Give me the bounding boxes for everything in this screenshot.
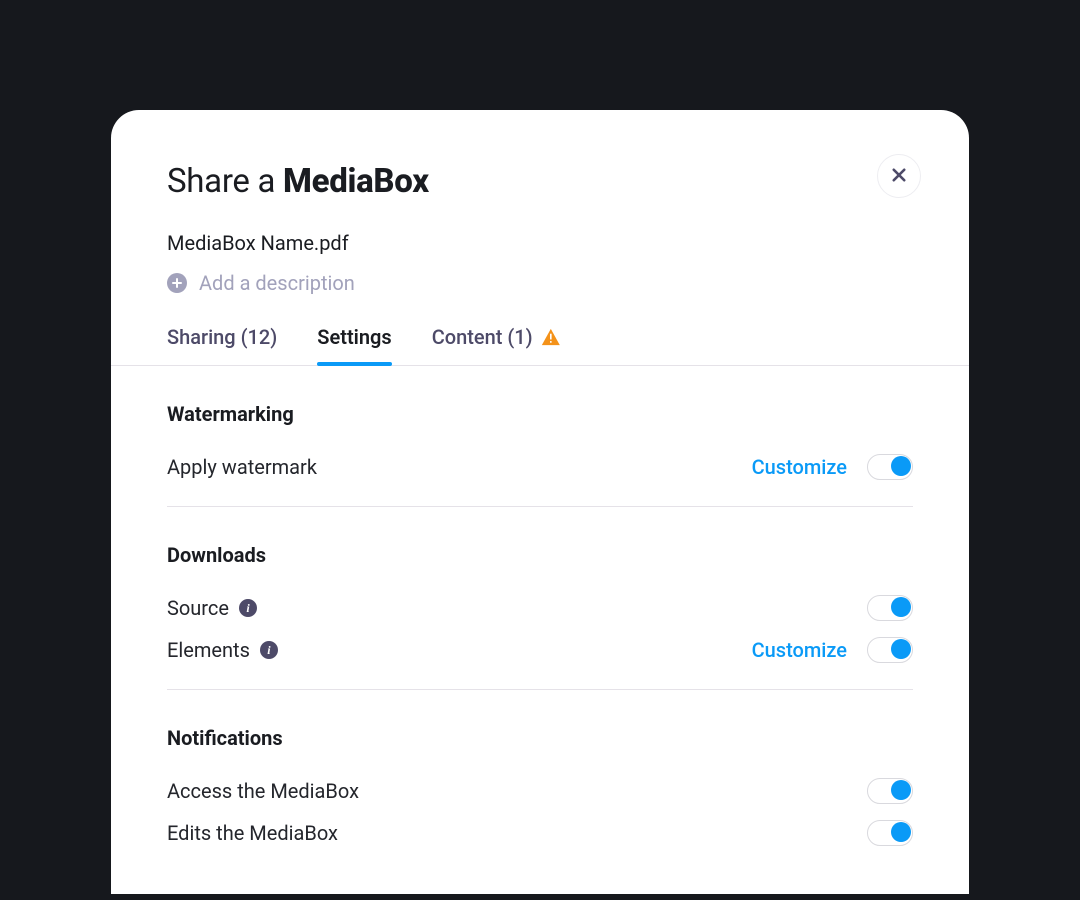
toggle-edits-mediabox[interactable] (867, 820, 913, 846)
section-notifications: Notifications Access the MediaBox Edits … (167, 690, 913, 854)
title-prefix: Share a (167, 162, 283, 201)
add-description-label: Add a description (199, 271, 355, 295)
toggle-apply-watermark[interactable] (867, 454, 913, 480)
row-elements: Elements i Customize (167, 629, 913, 671)
tab-content[interactable]: Content (1) (432, 321, 561, 365)
label-access-mediabox: Access the MediaBox (167, 779, 359, 803)
row-apply-watermark: Apply watermark Customize (167, 446, 913, 488)
customize-elements-link[interactable]: Customize (752, 638, 847, 662)
label-source: Source (167, 596, 229, 620)
toggle-elements[interactable] (867, 637, 913, 663)
info-icon[interactable]: i (260, 641, 278, 659)
section-title-watermarking: Watermarking (167, 402, 913, 426)
label-elements: Elements (167, 638, 250, 662)
info-icon[interactable]: i (239, 599, 257, 617)
add-description-button[interactable]: Add a description (167, 271, 913, 295)
file-name: MediaBox Name.pdf (167, 231, 913, 255)
plus-circle-icon (167, 273, 187, 293)
label-edits-mediabox: Edits the MediaBox (167, 821, 338, 845)
section-title-downloads: Downloads (167, 543, 913, 567)
section-watermarking: Watermarking Apply watermark Customize (167, 366, 913, 507)
warning-icon (541, 328, 561, 346)
modal-title: Share a MediaBox (167, 162, 913, 201)
section-title-notifications: Notifications (167, 726, 913, 750)
tab-sharing[interactable]: Sharing (12) (167, 321, 277, 365)
label-apply-watermark: Apply watermark (167, 455, 317, 479)
row-edits-mediabox: Edits the MediaBox (167, 812, 913, 854)
row-source: Source i (167, 587, 913, 629)
tabs: Sharing (12) Settings Content (1) (111, 321, 969, 366)
close-button[interactable] (877, 154, 921, 198)
toggle-access-mediabox[interactable] (867, 778, 913, 804)
close-icon (890, 166, 908, 187)
tab-settings[interactable]: Settings (317, 321, 391, 365)
section-downloads: Downloads Source i Elements i Customize (167, 507, 913, 690)
customize-watermark-link[interactable]: Customize (752, 455, 847, 479)
tab-content-label: Content (1) (432, 325, 533, 349)
toggle-source[interactable] (867, 595, 913, 621)
title-bold: MediaBox (283, 162, 429, 201)
row-access-mediabox: Access the MediaBox (167, 770, 913, 812)
share-mediabox-modal: Share a MediaBox MediaBox Name.pdf Add a… (111, 110, 969, 894)
